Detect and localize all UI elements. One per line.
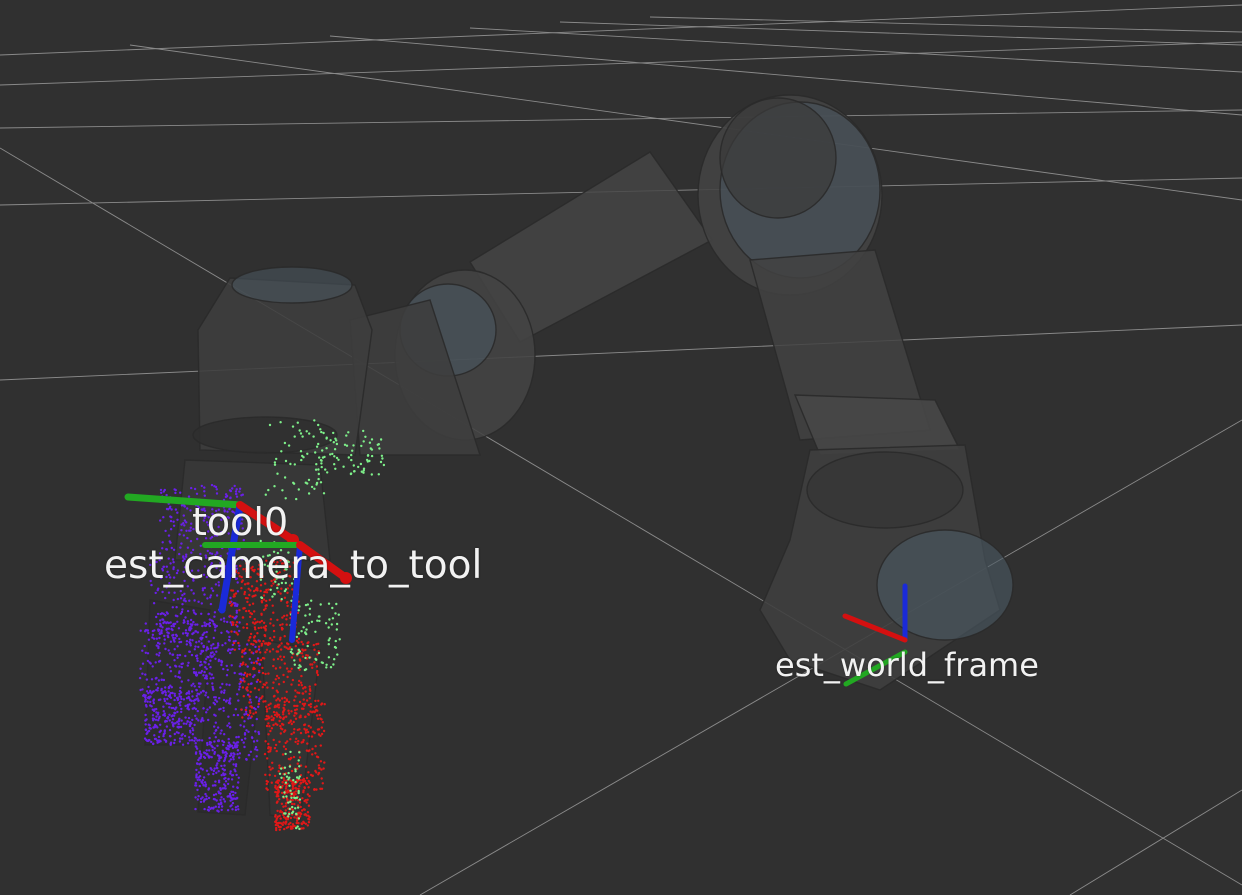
robot-arm-model [144,94,1014,821]
ground-grid [0,4,1242,895]
3d-viewport[interactable]: tool0 est_camera_to_tool est_world_frame [0,0,1242,895]
scene-render [0,4,1242,895]
